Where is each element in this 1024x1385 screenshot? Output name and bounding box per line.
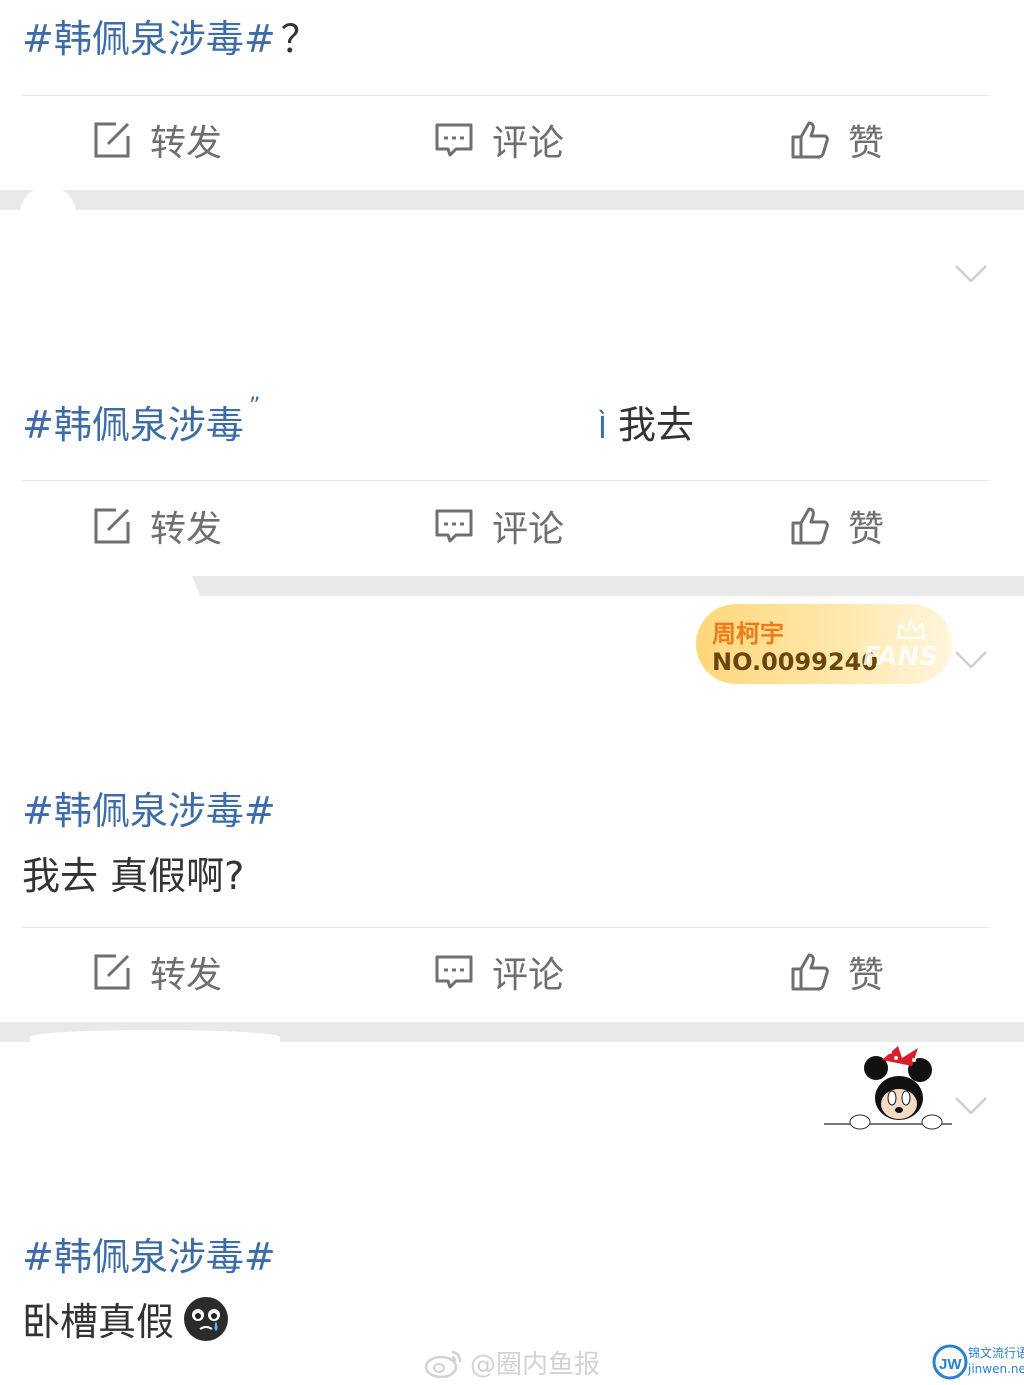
comment-icon bbox=[435, 123, 473, 157]
post-text: 卧槽真假 bbox=[22, 1300, 175, 1344]
avatar[interactable] bbox=[20, 186, 76, 242]
thumbs-up-icon bbox=[791, 121, 829, 159]
repost-icon bbox=[94, 954, 130, 990]
post-4-content: #韩佩泉涉毒# 卧槽真假 bbox=[22, 1226, 276, 1346]
topic-link[interactable]: #韩佩泉涉毒# bbox=[22, 1226, 276, 1281]
site-name: 锦文流行语 bbox=[968, 1346, 1024, 1360]
chevron-down-icon[interactable] bbox=[954, 650, 988, 670]
topic-link-tail[interactable]: Ì bbox=[598, 411, 607, 446]
comment-label: 评论 bbox=[492, 123, 565, 164]
repost-label: 转发 bbox=[150, 955, 223, 996]
repost-icon bbox=[94, 508, 130, 544]
post-1-content: #韩佩泉涉毒# ？ bbox=[22, 8, 319, 63]
comment-label: 评论 bbox=[492, 955, 565, 996]
post-text: ？ bbox=[280, 17, 319, 61]
avatar-edge bbox=[30, 1030, 280, 1044]
thumbs-up-icon bbox=[791, 507, 829, 545]
action-bar: 转发 评论 赞 bbox=[0, 480, 1024, 572]
like-label: 赞 bbox=[848, 509, 885, 550]
site-logo: JW 锦文流行语 jinwen.net bbox=[932, 1344, 1024, 1380]
comment-icon bbox=[435, 955, 473, 989]
chevron-down-icon[interactable] bbox=[954, 264, 988, 284]
fans-badge[interactable]: 周柯宇 NO.0099240 FANS bbox=[696, 604, 952, 684]
comment-icon bbox=[435, 509, 473, 543]
crying-face-icon bbox=[184, 1296, 229, 1341]
like-button[interactable]: 赞 bbox=[790, 926, 884, 1018]
action-bar: 转发 评论 赞 bbox=[0, 926, 1024, 1018]
crown-icon bbox=[896, 618, 926, 639]
jw-logo-icon: JW bbox=[932, 1344, 968, 1380]
repost-button[interactable]: 转发 bbox=[92, 480, 222, 572]
comment-button[interactable]: 评论 bbox=[434, 94, 564, 186]
post-text-row: 卧槽真假 bbox=[22, 1291, 276, 1346]
repost-label: 转发 bbox=[150, 123, 223, 164]
weibo-icon bbox=[424, 1350, 462, 1378]
fans-badge-number: NO.0099240 bbox=[712, 648, 878, 676]
like-label: 赞 bbox=[848, 123, 885, 164]
comment-label: 评论 bbox=[492, 509, 565, 550]
post-2-text: Ì 我去 bbox=[598, 394, 694, 449]
topic-link[interactable]: #韩佩泉涉毒 bbox=[22, 403, 244, 447]
topic-link[interactable]: #韩佩泉涉毒# bbox=[22, 17, 276, 61]
chevron-down-icon[interactable] bbox=[954, 1096, 988, 1116]
comment-button[interactable]: 评论 bbox=[434, 926, 564, 1018]
post-3-content: #韩佩泉涉毒# 我去 真假啊? bbox=[22, 780, 276, 900]
post-text: 我去 真假啊? bbox=[22, 854, 245, 898]
post-text: 我去 bbox=[617, 403, 694, 447]
topic-link-fragment[interactable]: ” bbox=[249, 394, 260, 419]
fans-badge-name: 周柯宇 bbox=[712, 620, 784, 648]
topic-link[interactable]: #韩佩泉涉毒# bbox=[22, 780, 276, 835]
like-label: 赞 bbox=[848, 955, 885, 996]
fans-badge-label: FANS bbox=[862, 642, 938, 672]
repost-label: 转发 bbox=[150, 509, 223, 550]
post-separator bbox=[0, 190, 1024, 210]
watermark-text: @圈内鱼报 bbox=[470, 1350, 601, 1380]
like-button[interactable]: 赞 bbox=[790, 94, 884, 186]
thumbs-up-icon bbox=[791, 953, 829, 991]
post-2-topic-start[interactable]: #韩佩泉涉毒 ” bbox=[22, 394, 260, 449]
weibo-watermark: @圈内鱼报 bbox=[424, 1344, 600, 1381]
like-button[interactable]: 赞 bbox=[790, 480, 884, 572]
repost-button[interactable]: 转发 bbox=[92, 94, 222, 186]
action-bar: 转发 评论 赞 bbox=[0, 94, 1024, 186]
comment-button[interactable]: 评论 bbox=[434, 480, 564, 572]
svg-text:JW: JW bbox=[939, 1356, 962, 1373]
minnie-mouse-sticker[interactable] bbox=[824, 1040, 954, 1136]
repost-button[interactable]: 转发 bbox=[92, 926, 222, 1018]
site-url: jinwen.net bbox=[968, 1362, 1024, 1376]
avatar-edge bbox=[0, 576, 200, 596]
repost-icon bbox=[94, 122, 130, 158]
